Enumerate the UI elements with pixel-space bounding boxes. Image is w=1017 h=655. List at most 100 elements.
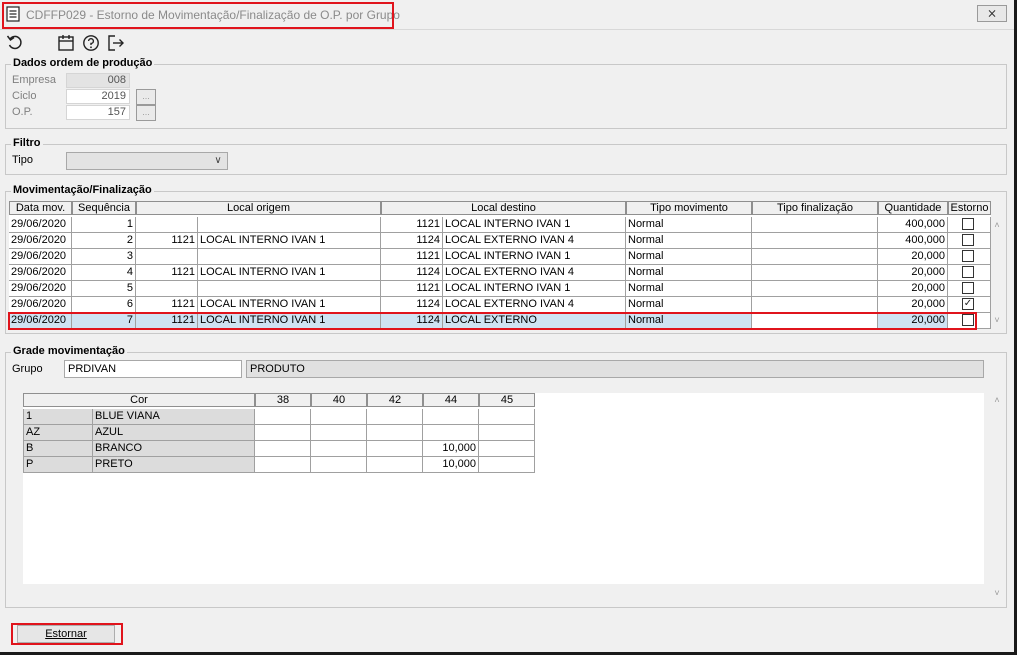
size-qty-cell[interactable] — [367, 409, 423, 425]
size-qty-cell[interactable] — [423, 425, 479, 441]
cell-origem-codigo[interactable]: 1121 — [136, 297, 198, 313]
cell-origem-codigo[interactable]: 1121 — [136, 265, 198, 281]
cell-origem-codigo[interactable] — [136, 249, 198, 265]
col-local-destino[interactable]: Local destino — [381, 201, 626, 215]
cell-tipo-movimento[interactable]: Normal — [626, 297, 752, 313]
cell-destino-codigo[interactable]: 1121 — [381, 217, 443, 233]
cell-origem-nome[interactable] — [198, 249, 381, 265]
cell-origem-codigo[interactable]: 1121 — [136, 233, 198, 249]
cell-destino-codigo[interactable]: 1121 — [381, 281, 443, 297]
col-tipo-movimento[interactable]: Tipo movimento — [626, 201, 752, 215]
cell-quantidade[interactable]: 20,000 — [878, 265, 948, 281]
cell-sequencia[interactable]: 2 — [72, 233, 136, 249]
col-cor[interactable]: Cor — [23, 393, 255, 407]
size-qty-cell[interactable] — [311, 425, 367, 441]
cell-tipo-finalizacao[interactable] — [752, 249, 878, 265]
size-qty-cell[interactable] — [255, 457, 311, 473]
cell-origem-nome[interactable] — [198, 217, 381, 233]
cell-origem-nome[interactable]: LOCAL INTERNO IVAN 1 — [198, 233, 381, 249]
mov-scroll-down-icon[interactable]: ˅ — [991, 315, 1003, 325]
size-qty-cell[interactable] — [311, 441, 367, 457]
op-field[interactable]: 157 — [66, 105, 130, 120]
cell-origem-nome[interactable] — [198, 281, 381, 297]
size-qty-cell[interactable]: 10,000 — [423, 457, 479, 473]
cell-tipo-finalizacao[interactable] — [752, 281, 878, 297]
cell-data-mov[interactable]: 29/06/2020 — [9, 281, 72, 297]
col-quantidade[interactable]: Quantidade — [878, 201, 948, 215]
cell-data-mov[interactable]: 29/06/2020 — [9, 265, 72, 281]
cell-tipo-movimento[interactable]: Normal — [626, 249, 752, 265]
cell-destino-nome[interactable]: LOCAL EXTERNO IVAN 4 — [443, 297, 626, 313]
cell-tipo-movimento[interactable]: Normal — [626, 265, 752, 281]
tipo-select[interactable]: ∨ — [66, 152, 228, 170]
ciclo-lookup-button[interactable]: … — [136, 89, 156, 105]
size-qty-cell[interactable] — [479, 457, 535, 473]
cell-origem-nome[interactable]: LOCAL INTERNO IVAN 1 — [198, 265, 381, 281]
grade-scroll-up-icon[interactable]: ˄ — [991, 395, 1003, 405]
cell-tipo-finalizacao[interactable] — [752, 217, 878, 233]
cell-quantidade[interactable]: 400,000 — [878, 217, 948, 233]
cell-quantidade[interactable]: 20,000 — [878, 281, 948, 297]
col-sequencia[interactable]: Sequência — [72, 201, 136, 215]
col-local-origem[interactable]: Local origem — [136, 201, 381, 215]
close-button[interactable]: ⨯ — [977, 5, 1007, 22]
size-qty-cell[interactable] — [255, 441, 311, 457]
size-qty-cell[interactable] — [367, 457, 423, 473]
cell-sequencia[interactable]: 4 — [72, 265, 136, 281]
col-tipo-finalizacao[interactable]: Tipo finalização — [752, 201, 878, 215]
size-qty-cell[interactable] — [311, 457, 367, 473]
cell-destino-nome[interactable]: LOCAL EXTERNO IVAN 4 — [443, 233, 626, 249]
ciclo-field[interactable]: 2019 — [66, 89, 130, 104]
cell-origem-nome[interactable]: LOCAL INTERNO IVAN 1 — [198, 297, 381, 313]
exit-icon[interactable] — [107, 34, 125, 52]
grade-scroll-down-icon[interactable]: ˅ — [991, 588, 1003, 598]
estorno-checkbox[interactable] — [962, 218, 974, 230]
cell-data-mov[interactable]: 29/06/2020 — [9, 217, 72, 233]
calendar-icon[interactable] — [57, 34, 75, 52]
cell-destino-nome[interactable]: LOCAL INTERNO IVAN 1 — [443, 217, 626, 233]
size-qty-cell[interactable] — [479, 425, 535, 441]
size-qty-cell[interactable] — [311, 409, 367, 425]
cell-quantidade[interactable]: 20,000 — [878, 249, 948, 265]
cell-sequencia[interactable]: 1 — [72, 217, 136, 233]
size-qty-cell[interactable] — [423, 409, 479, 425]
cell-destino-codigo[interactable]: 1124 — [381, 233, 443, 249]
estorno-checkbox[interactable] — [962, 266, 974, 278]
size-qty-cell[interactable]: 10,000 — [423, 441, 479, 457]
size-qty-cell[interactable] — [479, 409, 535, 425]
cell-tipo-movimento[interactable]: Normal — [626, 233, 752, 249]
cell-tipo-finalizacao[interactable] — [752, 297, 878, 313]
help-icon[interactable] — [82, 34, 100, 52]
size-qty-cell[interactable] — [255, 409, 311, 425]
cell-destino-nome[interactable]: LOCAL INTERNO IVAN 1 — [443, 281, 626, 297]
cell-destino-codigo[interactable]: 1121 — [381, 249, 443, 265]
op-lookup-button[interactable]: … — [136, 105, 156, 121]
cell-origem-codigo[interactable] — [136, 281, 198, 297]
cell-sequencia[interactable]: 6 — [72, 297, 136, 313]
estorno-checkbox[interactable] — [962, 234, 974, 246]
cell-sequencia[interactable]: 3 — [72, 249, 136, 265]
col-size[interactable]: 44 — [423, 393, 479, 407]
undo-icon[interactable] — [6, 34, 24, 52]
cell-origem-codigo[interactable] — [136, 217, 198, 233]
size-qty-cell[interactable] — [479, 441, 535, 457]
cell-tipo-movimento[interactable]: Normal — [626, 217, 752, 233]
cell-destino-codigo[interactable]: 1124 — [381, 265, 443, 281]
size-qty-cell[interactable] — [367, 425, 423, 441]
estorno-checkbox[interactable]: ✓ — [962, 298, 974, 310]
mov-scroll-up-icon[interactable]: ˄ — [991, 220, 1003, 230]
cell-destino-nome[interactable]: LOCAL EXTERNO IVAN 4 — [443, 265, 626, 281]
cell-tipo-finalizacao[interactable] — [752, 233, 878, 249]
cell-destino-codigo[interactable]: 1124 — [381, 297, 443, 313]
estorno-checkbox[interactable] — [962, 250, 974, 262]
grupo-input[interactable]: PRDIVAN — [64, 360, 242, 378]
col-size[interactable]: 40 — [311, 393, 367, 407]
col-data-mov[interactable]: Data mov. — [9, 201, 72, 215]
col-estorno[interactable]: Estorno — [948, 201, 991, 215]
cell-data-mov[interactable]: 29/06/2020 — [9, 249, 72, 265]
cell-data-mov[interactable]: 29/06/2020 — [9, 297, 72, 313]
cell-quantidade[interactable]: 20,000 — [878, 297, 948, 313]
size-qty-cell[interactable] — [367, 441, 423, 457]
cell-sequencia[interactable]: 5 — [72, 281, 136, 297]
cell-data-mov[interactable]: 29/06/2020 — [9, 233, 72, 249]
